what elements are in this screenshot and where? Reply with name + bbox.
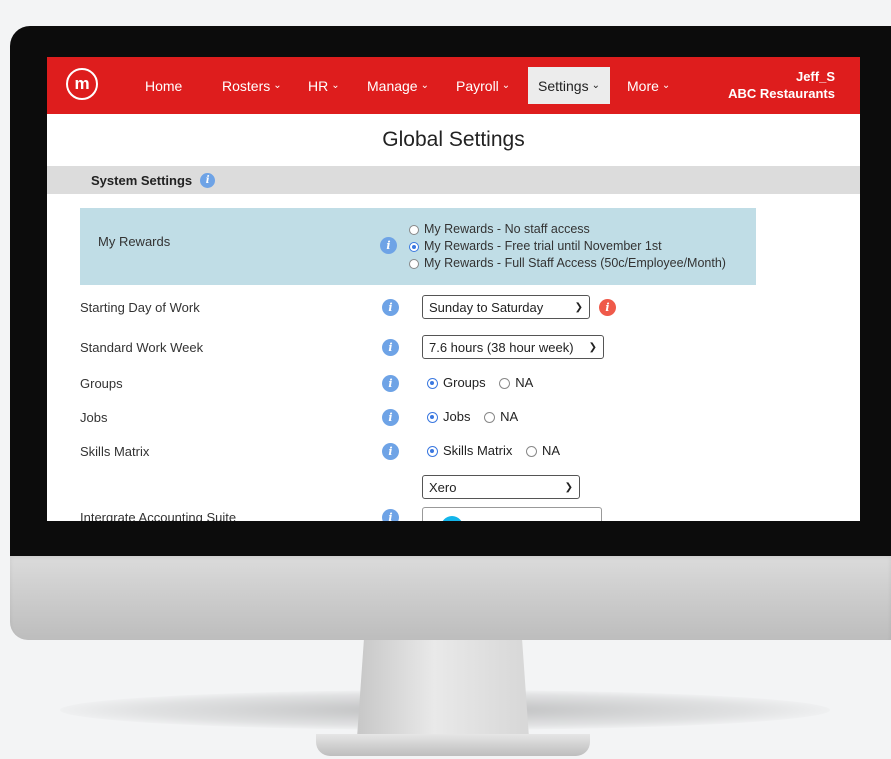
nav-rosters-label: Rosters	[222, 77, 271, 94]
jobs-label: Jobs	[80, 410, 108, 425]
accounting-value: Xero	[429, 479, 457, 495]
section-title: System Settings	[91, 172, 193, 188]
xero-logo-icon	[441, 516, 463, 521]
radio-button-selected[interactable]	[427, 378, 438, 390]
groups-na-label: NA	[515, 375, 534, 390]
info-icon[interactable]: i	[382, 375, 399, 392]
nav-more-label: More	[627, 77, 659, 94]
m-logo-icon[interactable]: m	[66, 68, 98, 100]
my-rewards-option-label: My Rewards - Free trial until November 1…	[424, 239, 662, 253]
info-icon[interactable]: i	[380, 237, 397, 254]
radio-button-selected[interactable]	[427, 446, 438, 458]
nav-hr-label: HR	[308, 77, 329, 94]
starting-day-label: Starting Day of Work	[80, 300, 200, 315]
jobs-option-label: Jobs	[443, 409, 471, 424]
accounting-label: Intergrate Accounting Suite	[80, 510, 237, 521]
chevron-down-icon: ⌄	[273, 80, 282, 91]
skills-option-label: Skills Matrix	[443, 443, 513, 458]
groups-label: Groups	[80, 376, 123, 391]
starting-day-value: Sunday to Saturday	[429, 299, 544, 315]
skills-radio-group: Skills Matrix NA	[427, 443, 560, 458]
radio-button-selected[interactable]	[409, 241, 419, 252]
work-week-row: Standard Work Week i 7.6 hours (38 hour …	[47, 335, 860, 361]
work-week-label: Standard Work Week	[80, 340, 204, 355]
chevron-down-icon: ⌄	[591, 80, 600, 91]
radio-button[interactable]	[484, 412, 496, 424]
info-icon[interactable]: i	[382, 339, 399, 356]
app-screen: m Home Rosters ⌄ HR ⌄ Manage ⌄ Payroll ⌄ Set…	[47, 57, 860, 521]
my-rewards-option-full-access[interactable]: My Rewards - Full Staff Access (50c/Empl…	[409, 255, 726, 272]
radio-button[interactable]	[409, 224, 419, 235]
my-rewards-option-label: My Rewards - Full Staff Access (50c/Empl…	[424, 256, 726, 270]
nav-more[interactable]: More ⌄	[627, 57, 670, 114]
accounting-select-row: Xero ❯	[47, 475, 860, 501]
starting-day-select[interactable]: Sunday to Saturday ❯	[422, 295, 590, 319]
info-icon[interactable]: i	[382, 509, 399, 521]
chevron-down-icon: ⌄	[501, 80, 511, 91]
user-name: Jeff_S	[795, 69, 835, 84]
jobs-row: Jobs i Jobs NA	[47, 405, 860, 431]
page-title: Global Settings	[382, 128, 525, 151]
company-name: ABC Restaurants	[728, 86, 835, 101]
groups-radio-group: Groups NA	[427, 375, 533, 390]
my-rewards-option-label: My Rewards - No staff access	[424, 222, 590, 236]
monitor-chin	[10, 554, 891, 640]
skills-row: Skills Matrix i Skills Matrix NA	[47, 439, 860, 465]
starting-day-row: Starting Day of Work i Sunday to Saturda…	[47, 295, 860, 321]
section-header: System Settings i	[47, 166, 860, 194]
work-week-value: 7.6 hours (38 hour week)	[429, 339, 574, 355]
chevron-down-icon: ❯	[588, 341, 597, 353]
warning-info-icon[interactable]: i	[599, 299, 616, 316]
groups-option-label: Groups	[443, 375, 486, 390]
info-icon[interactable]: i	[382, 443, 399, 460]
groups-row: Groups i Groups NA	[47, 371, 860, 397]
nav-settings-label: Settings	[538, 77, 589, 94]
my-rewards-option-free-trial[interactable]: My Rewards - Free trial until November 1…	[409, 238, 726, 255]
radio-button[interactable]	[499, 378, 511, 390]
my-rewards-label: My Rewards	[98, 234, 171, 249]
nav-rosters[interactable]: Rosters ⌄	[222, 57, 282, 114]
xero-connect-panel[interactable]	[422, 507, 602, 521]
my-rewards-panel: My Rewards i My Rewards - No staff acces…	[80, 208, 756, 285]
chevron-down-icon: ❯	[574, 301, 583, 313]
radio-button[interactable]	[525, 446, 537, 458]
accounting-select[interactable]: Xero ❯	[422, 475, 580, 499]
chevron-down-icon: ❯	[564, 481, 573, 493]
monitor-stand-neck	[357, 640, 529, 738]
chevron-down-icon: ⌄	[420, 80, 429, 91]
nav-settings[interactable]: Settings ⌄	[528, 67, 610, 104]
radio-button[interactable]	[409, 258, 419, 269]
radio-button-selected[interactable]	[427, 412, 438, 424]
my-rewards-options: My Rewards - No staff access My Rewards …	[409, 221, 726, 272]
work-week-select[interactable]: 7.6 hours (38 hour week) ❯	[422, 335, 604, 359]
skills-na-label: NA	[541, 443, 561, 458]
nav-manage-label: Manage	[367, 77, 418, 94]
nav-payroll[interactable]: Payroll ⌄	[456, 57, 510, 114]
nav-manage[interactable]: Manage ⌄	[367, 57, 429, 114]
nav-home[interactable]: Home	[145, 57, 182, 114]
chevron-down-icon: ⌄	[331, 80, 340, 91]
top-navbar: m Home Rosters ⌄ HR ⌄ Manage ⌄ Payroll ⌄ Set…	[47, 57, 860, 114]
nav-payroll-label: Payroll	[456, 77, 499, 94]
user-account[interactable]: Jeff_S ABC Restaurants	[728, 68, 835, 102]
monitor-stand-base	[316, 734, 590, 756]
nav-hr[interactable]: HR ⌄	[308, 57, 340, 114]
my-rewards-option-no-access[interactable]: My Rewards - No staff access	[409, 221, 726, 238]
info-icon[interactable]: i	[200, 172, 216, 188]
chevron-down-icon: ⌄	[661, 80, 671, 91]
info-icon[interactable]: i	[382, 299, 399, 316]
info-icon[interactable]: i	[382, 409, 399, 426]
nav-home-label: Home	[145, 77, 183, 94]
skills-label: Skills Matrix	[80, 444, 150, 459]
jobs-na-label: NA	[500, 409, 519, 424]
jobs-radio-group: Jobs NA	[427, 409, 518, 424]
